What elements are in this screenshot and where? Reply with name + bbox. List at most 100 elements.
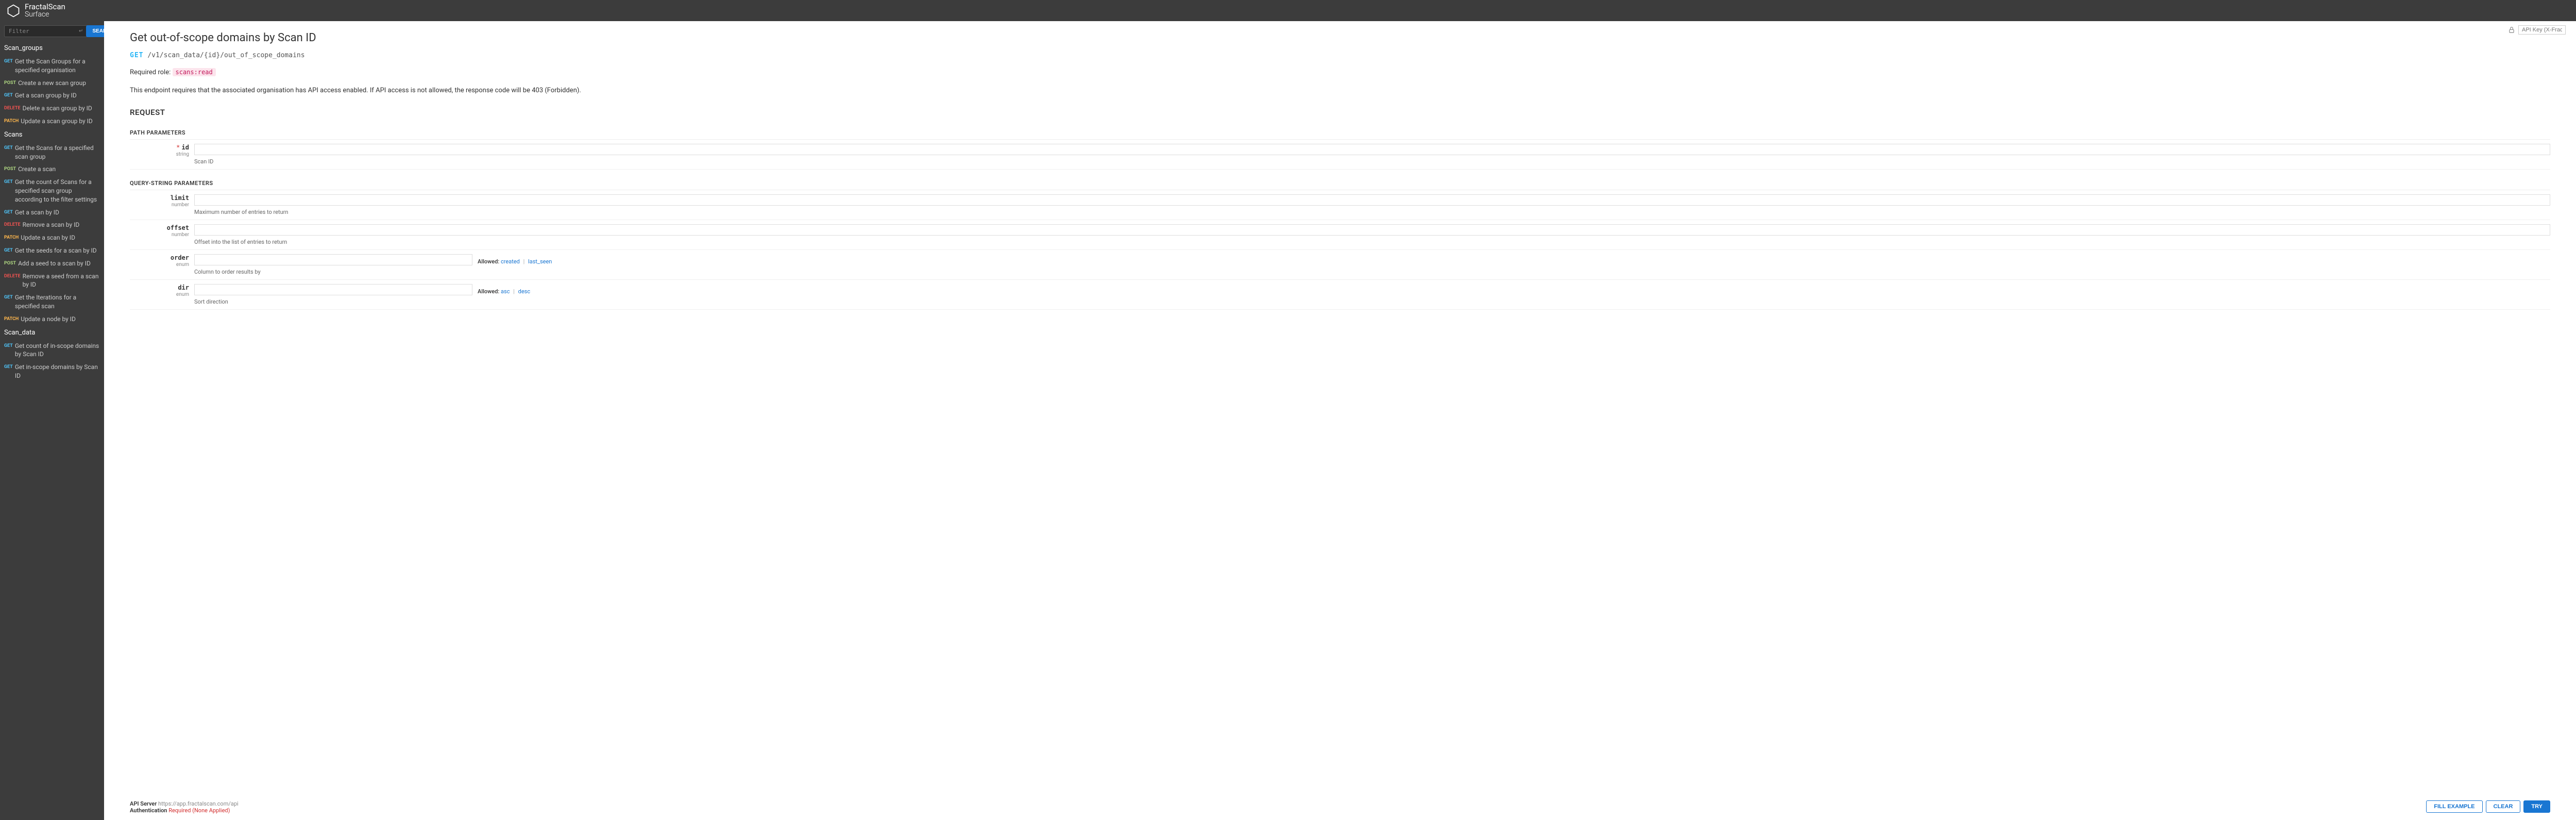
param-desc: Maximum number of entries to return — [194, 209, 2550, 215]
nav-item-label: Delete a scan group by ID — [23, 104, 92, 113]
allowed-value[interactable]: desc — [518, 288, 530, 295]
nav-item[interactable]: GETGet a scan group by ID — [0, 89, 104, 102]
http-method-badge: GET — [4, 208, 13, 217]
http-method-badge: POST — [4, 79, 16, 88]
search-button[interactable]: SEARCH — [86, 25, 104, 37]
nav-item[interactable]: PATCHUpdate a scan by ID — [0, 231, 104, 244]
nav-item[interactable]: POSTCreate a scan — [0, 163, 104, 176]
param-input-dir[interactable] — [194, 284, 472, 295]
param-type: enum — [130, 292, 189, 297]
allowed-value[interactable]: created — [501, 258, 520, 265]
param-row-order: order enum Allowed: created | last_seen … — [130, 250, 2550, 280]
param-type: string — [130, 152, 189, 157]
nav-item[interactable]: PATCHUpdate a scan group by ID — [0, 115, 104, 128]
nav-item[interactable]: GETGet the Scans for a specified scan gr… — [0, 142, 104, 163]
nav-item[interactable]: GETGet in-scope domains by Scan ID — [0, 361, 104, 382]
hexagon-icon — [6, 4, 21, 18]
brand-logo: FractalScan Surface — [6, 3, 65, 18]
http-method-badge: PATCH — [4, 315, 19, 324]
nav-item[interactable]: DELETERemove a scan by ID — [0, 219, 104, 231]
path-params-heading: PATH PARAMETERS — [130, 126, 2550, 140]
http-method-badge: DELETE — [4, 272, 21, 290]
nav-item[interactable]: GETGet the Iterations for a specified sc… — [0, 291, 104, 313]
param-type: number — [130, 232, 189, 238]
endpoint-path: /v1/scan_data/{id}/out_of_scope_domains — [147, 52, 304, 59]
http-method-badge: DELETE — [4, 221, 21, 229]
lock-icon — [2508, 26, 2515, 34]
nav-item-label: Update a node by ID — [21, 315, 76, 324]
brand-name: FractalScan — [25, 3, 65, 11]
nav-item[interactable]: PATCHUpdate a node by ID — [0, 313, 104, 326]
http-method-badge: GET — [4, 178, 13, 204]
param-row-limit: limit number Maximum number of entries t… — [130, 190, 2550, 220]
param-name: id — [182, 144, 189, 151]
endpoint-signature: GET /v1/scan_data/{id}/out_of_scope_doma… — [130, 52, 2550, 59]
param-input-order[interactable] — [194, 254, 472, 265]
nav-item[interactable]: DELETEDelete a scan group by ID — [0, 102, 104, 115]
api-key-input[interactable] — [2518, 25, 2566, 35]
nav-item-label: Get the seeds for a scan by ID — [15, 246, 97, 255]
nav-item[interactable]: DELETERemove a seed from a scan by ID — [0, 270, 104, 292]
nav-item-label: Update a scan by ID — [21, 233, 75, 242]
endpoint-description: This endpoint requires that the associat… — [130, 87, 2550, 94]
http-method-badge: GET — [4, 57, 13, 75]
http-method-badge: GET — [4, 293, 13, 311]
allowed-value[interactable]: last_seen — [528, 258, 552, 265]
param-input-offset[interactable] — [194, 224, 2550, 236]
param-name: offset — [167, 224, 189, 231]
nav-item-label: Get a scan by ID — [15, 208, 59, 217]
required-role: Required role: scans:read — [130, 69, 2550, 76]
nav-item-label: Get a scan group by ID — [15, 91, 77, 100]
nav-section-title[interactable]: Scan_groups — [0, 41, 104, 55]
allowed-values: Allowed: created | last_seen — [478, 258, 552, 265]
brand-subtitle: Surface — [25, 11, 65, 18]
nav-section-title[interactable]: Scan_data — [0, 326, 104, 340]
param-input-limit[interactable] — [194, 194, 2550, 206]
nav-item[interactable]: GETGet the count of Scans for a specifie… — [0, 176, 104, 206]
nav-item-label: Get the Iterations for a specified scan — [15, 293, 100, 311]
param-row-dir: dir enum Allowed: asc | desc Sort direct… — [130, 280, 2550, 310]
sidebar: ↵ SEARCH Scan_groupsGETGet the Scan Grou… — [0, 21, 104, 820]
http-method-badge: POST — [4, 165, 16, 174]
nav-item-label: Update a scan group by ID — [21, 117, 93, 126]
param-row-offset: offset number Offset into the list of en… — [130, 220, 2550, 250]
param-name: dir — [178, 284, 189, 291]
nav-item-label: Create a new scan group — [18, 79, 86, 88]
param-desc: Column to order results by — [194, 269, 2550, 275]
param-row-id: * id string Scan ID — [130, 140, 2550, 170]
param-desc: Sort direction — [194, 298, 2550, 305]
api-server-value: https://app.fractalscan.com/api — [158, 800, 239, 807]
nav-item-label: Get the count of Scans for a specified s… — [15, 178, 100, 204]
nav-item[interactable]: GETGet the seeds for a scan by ID — [0, 244, 104, 257]
request-heading: REQUEST — [130, 108, 2550, 117]
clear-button[interactable]: CLEAR — [2486, 800, 2521, 813]
nav-item-label: Create a scan — [18, 165, 56, 174]
http-method-badge: GET — [4, 144, 13, 161]
nav-section-title[interactable]: Scans — [0, 128, 104, 142]
allowed-values: Allowed: asc | desc — [478, 288, 530, 295]
http-method: GET — [130, 52, 143, 59]
nav-item[interactable]: GETGet a scan by ID — [0, 206, 104, 219]
query-params-heading: QUERY-STRING PARAMETERS — [130, 177, 2550, 190]
app-header: FractalScan Surface — [0, 0, 2576, 21]
fill-example-button[interactable]: FILL EXAMPLE — [2426, 800, 2482, 813]
nav-item[interactable]: GETGet the Scan Groups for a specified o… — [0, 55, 104, 77]
enter-icon: ↵ — [79, 28, 83, 34]
param-input-id[interactable] — [194, 144, 2550, 155]
allowed-value[interactable]: asc — [501, 288, 510, 295]
nav-item-label: Get the Scans for a specified scan group — [15, 144, 100, 161]
filter-input[interactable] — [4, 25, 89, 37]
nav-item[interactable]: POSTCreate a new scan group — [0, 77, 104, 90]
nav-item[interactable]: POSTAdd a seed to a scan by ID — [0, 257, 104, 270]
nav-item-label: Remove a seed from a scan by ID — [23, 272, 100, 290]
main-content: Get out-of-scope domains by Scan ID GET … — [104, 21, 2576, 820]
try-button[interactable]: TRY — [2523, 800, 2550, 813]
request-footer: API Server https://app.fractalscan.com/a… — [104, 794, 2576, 820]
nav-item[interactable]: GETGet count of in-scope domains by Scan… — [0, 340, 104, 361]
http-method-badge: GET — [4, 342, 13, 359]
param-desc: Offset into the list of entries to retur… — [194, 239, 2550, 245]
required-marker: * — [176, 144, 180, 151]
http-method-badge: POST — [4, 259, 16, 268]
http-method-badge: PATCH — [4, 233, 19, 242]
api-server-label: API Server — [130, 800, 157, 807]
